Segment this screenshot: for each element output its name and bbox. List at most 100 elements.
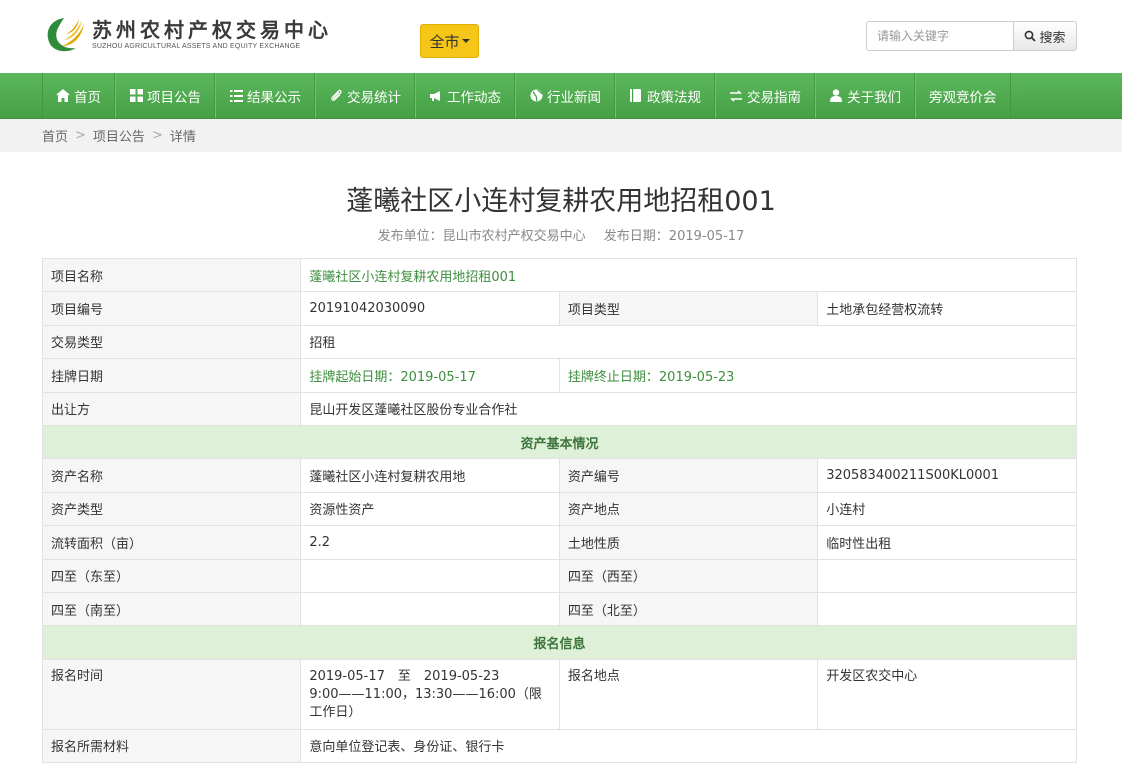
nav-label: 交易指南 (747, 89, 801, 106)
cell-label: 出让方 (41, 391, 302, 426)
breadcrumb-home[interactable]: 首页 (42, 126, 68, 145)
publisher: 发布单位：昆山市农村产权交易中心 (377, 229, 586, 244)
nav-item-home[interactable]: 首页 (42, 73, 115, 118)
breadcrumb: 首页 > 项目公告 > 详情 (0, 119, 1122, 152)
nav-item-news-work[interactable]: 工作动态 (415, 73, 515, 118)
cell-label: 土地性质 (558, 525, 819, 560)
nav-label: 项目公告 (147, 89, 201, 106)
transfer-icon (729, 89, 743, 103)
west-value (817, 558, 1077, 593)
materials-value: 意向单位登记表、身份证、银行卡 (300, 728, 1077, 764)
cell-label: 报名地点 (558, 658, 819, 730)
table-row: 流转面积（亩） 2.2 土地性质 临时性出租 (41, 525, 1077, 560)
paperclip-icon (329, 89, 343, 103)
cell-label: 交易类型 (41, 324, 302, 360)
project-name-value: 蓬曦社区小连村复耕农用地招租001 (300, 257, 1077, 293)
grid-icon (129, 89, 143, 103)
city-label: 全市 (429, 32, 460, 51)
section-header-asset: 资产基本情况 (42, 424, 1077, 460)
bullhorn-icon (429, 89, 443, 103)
cell-label: 资产编号 (558, 458, 819, 493)
table-row: 交易类型 招租 (41, 324, 1077, 360)
search-input[interactable] (866, 21, 1013, 51)
nav-item-about[interactable]: 关于我们 (815, 73, 915, 118)
list-icon (229, 89, 243, 103)
logo-title: 苏州农村产权交易中心 (92, 17, 332, 42)
nav-label: 政策法规 (647, 89, 701, 106)
logo-mark-icon (42, 14, 88, 54)
nav-label: 工作动态 (447, 89, 501, 106)
page-title: 蓬曦社区小连村复耕农用地招租001 (346, 186, 776, 217)
project-info-table: 项目名称 蓬曦社区小连村复耕农用地招租001 项目编号 201910420300… (41, 257, 1078, 764)
signup-time-dates: 2019-05-17 至 2019-05-23 (309, 668, 500, 684)
search-icon (1025, 30, 1037, 42)
cell-label: 项目类型 (558, 291, 819, 326)
signup-place-value: 开发区农交中心 (817, 658, 1077, 730)
listing-start-value: 挂牌起始日期：2019-05-17 (300, 358, 560, 393)
cell-label: 报名时间 (41, 658, 302, 730)
project-no-value: 20191042030090 (300, 291, 560, 326)
nav-item-policy[interactable]: 政策法规 (615, 73, 715, 118)
breadcrumb-separator-icon: > (75, 128, 86, 143)
signup-time-value: 2019-05-17 至 2019-05-23 9:00——11:00，13:3… (300, 658, 560, 730)
nav-item-statistics[interactable]: 交易统计 (315, 73, 415, 118)
cell-label: 资产地点 (558, 491, 819, 527)
cell-label: 四至（南至） (41, 591, 302, 627)
cell-label: 报名所需材料 (41, 728, 302, 764)
nav-label: 旁观竞价会 (929, 89, 997, 106)
nav-item-industry-news[interactable]: 行业新闻 (515, 73, 615, 118)
north-value (817, 591, 1077, 627)
nav-item-guide[interactable]: 交易指南 (715, 73, 815, 118)
nav-label: 首页 (74, 89, 101, 106)
main-nav: 首页 项目公告 结果公示 交易统计 工作动态 行业新闻 政策法规 交易指南 关于… (0, 73, 1122, 119)
section-title: 报名信息 (42, 625, 1077, 660)
cell-label: 四至（东至） (41, 558, 302, 593)
listing-end-value: 挂牌终止日期：2019-05-23 (558, 358, 1078, 393)
nav-label: 行业新闻 (547, 89, 601, 106)
area-value: 2.2 (300, 525, 560, 560)
city-select-button[interactable]: 全市 (420, 24, 479, 58)
publish-date: 发布日期：2019-05-17 (603, 229, 745, 244)
search-button[interactable]: 搜索 (1013, 21, 1077, 51)
cell-label: 项目名称 (41, 257, 302, 293)
nav-item-results[interactable]: 结果公示 (215, 73, 315, 118)
page-meta: 发布单位：昆山市农村产权交易中心 发布日期：2019-05-17 (0, 225, 1122, 244)
logo[interactable]: 苏州农村产权交易中心 SUZHOU AGRICULTURAL ASSETS AN… (42, 14, 332, 54)
nav-item-projects[interactable]: 项目公告 (115, 73, 215, 118)
asset-type-value: 资源性资产 (300, 491, 560, 527)
cell-label: 项目编号 (41, 291, 302, 326)
caret-down-icon (461, 39, 470, 43)
cell-label: 挂牌日期 (41, 358, 302, 393)
table-row: 资产类型 资源性资产 资产地点 小连村 (41, 491, 1077, 527)
book-icon (629, 89, 643, 103)
seller-value: 昆山开发区蓬曦社区股份专业合作社 (300, 391, 1077, 426)
table-row: 项目编号 20191042030090 项目类型 土地承包经营权流转 (41, 291, 1077, 326)
nav-item-watch-bidding[interactable]: 旁观竞价会 (915, 73, 1011, 118)
table-row: 项目名称 蓬曦社区小连村复耕农用地招租001 (41, 257, 1077, 293)
signup-time-hours: 9:00——11:00，13:30——16:00（限工作日） (309, 686, 542, 720)
breadcrumb-separator-icon: > (151, 128, 163, 143)
breadcrumb-projects[interactable]: 项目公告 (93, 126, 145, 145)
east-value (300, 558, 560, 593)
cell-label: 资产名称 (41, 458, 302, 493)
nav-label: 交易统计 (347, 89, 401, 106)
section-header-signup: 报名信息 (42, 625, 1077, 660)
cell-label: 资产类型 (41, 491, 302, 527)
asset-location-value: 小连村 (817, 491, 1077, 527)
land-nature-value: 临时性出租 (817, 525, 1077, 560)
table-row: 报名所需材料 意向单位登记表、身份证、银行卡 (41, 728, 1077, 764)
table-row: 资产名称 蓬曦社区小连村复耕农用地 资产编号 320583400211S00KL… (41, 458, 1077, 493)
cell-label: 流转面积（亩） (41, 525, 302, 560)
cell-label: 四至（北至） (558, 591, 819, 627)
table-row: 报名时间 2019-05-17 至 2019-05-23 9:00——11:00… (41, 658, 1077, 730)
table-row: 出让方 昆山开发区蓬曦社区股份专业合作社 (41, 391, 1077, 426)
trade-type-value: 招租 (300, 324, 1077, 360)
asset-no-value: 320583400211S00KL0001 (817, 458, 1077, 493)
globe-icon (529, 89, 543, 103)
home-icon (56, 89, 70, 103)
nav-label: 结果公示 (247, 89, 301, 106)
table-row: 四至（南至） 四至（北至） (41, 591, 1077, 627)
cell-label: 四至（西至） (558, 558, 819, 593)
breadcrumb-current: 详情 (169, 130, 196, 145)
project-type-value: 土地承包经营权流转 (817, 291, 1077, 326)
